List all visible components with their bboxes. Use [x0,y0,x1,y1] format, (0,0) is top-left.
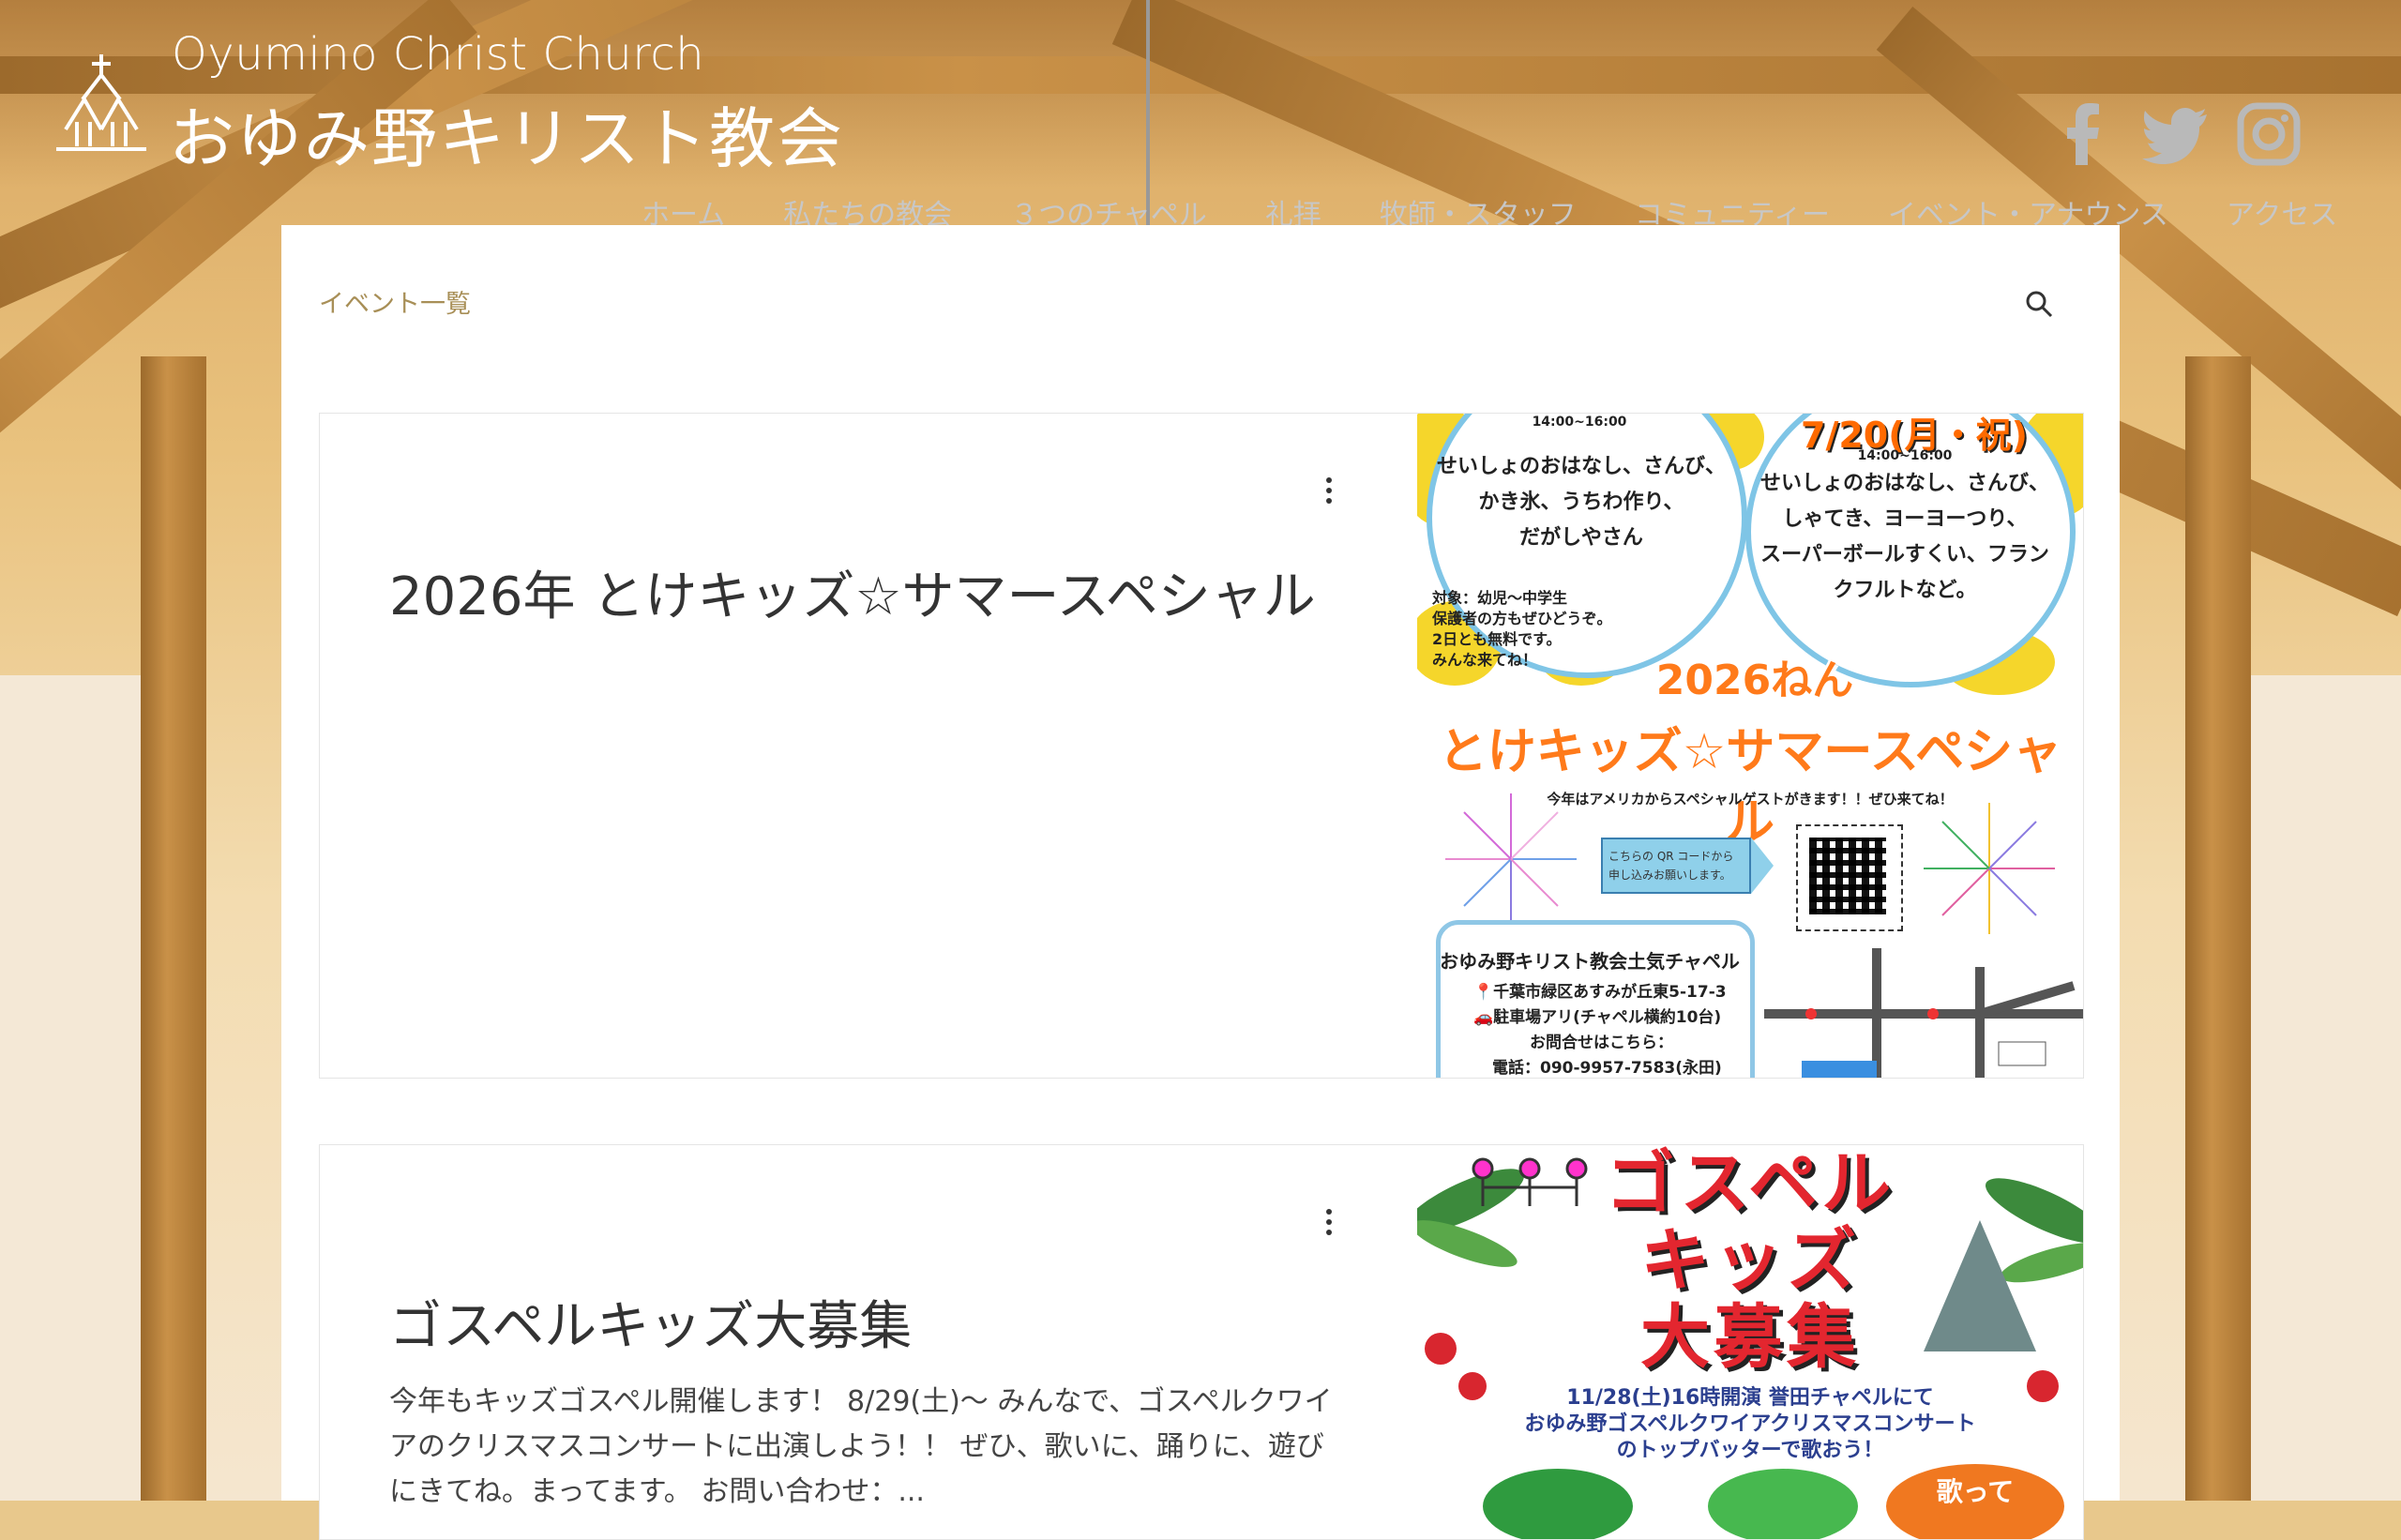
flyer-venue: おゆみ野キリスト教会土気チャペル [1440,950,1740,973]
flyer-time-1: 14:00~16:00 [1532,415,1627,430]
flyer-contact: お問合せはこちら： [1530,1034,1673,1052]
search-icon[interactable] [2024,289,2054,319]
post-title[interactable]: 2026年 とけキッズ☆サマースペシャル [389,554,1316,630]
flyer-time-2: 14:00~16:00 [1857,448,1953,463]
flyer-note: 対象：幼児〜中学生 [1432,589,1568,607]
flyer-badge: 歌って [1886,1464,2064,1539]
event-post[interactable]: ゴスペルキッズ大募集 今年もキッズゴスペル開催します！ 8/29(土)〜 みんな… [319,1144,2084,1540]
flyer-text: だがしやさん [1519,526,1643,550]
flyer-title-line: キッズ [1640,1220,1860,1301]
flyer-parking: 🚗駐車場アリ(チャペル横約10台) [1473,1008,1722,1027]
flyer-title-line: ゴスペル [1605,1145,1895,1224]
qr-code [1809,838,1886,914]
firework-icon [1924,803,2055,934]
nav-item-access[interactable]: アクセス [2227,191,2338,233]
flyer-title-line: 大募集 [1640,1297,1860,1378]
flyer-note: みんな来てね！ [1432,651,1538,669]
post-excerpt: 今年もキッズゴスペル開催します！ 8/29(土)〜 みんなで、ゴスペルクワイアの… [389,1385,1333,1508]
brand-japanese-name[interactable]: おゆみ野キリスト教会 [169,86,844,181]
brand-english-name[interactable]: Oyumino Christ Church [172,28,704,81]
flyer-text: せいしょのおはなし、さんび、 [1759,472,2049,495]
flyer-subtitle: 11/28(土)16時開演 誉田チャペルにて [1566,1386,1934,1410]
instagram-icon[interactable] [2236,101,2302,167]
church-logo-icon[interactable] [56,54,146,154]
flyer-note: 2日とも無料です。 [1432,630,1562,648]
facebook-icon[interactable] [2050,101,2116,167]
post-cover-image[interactable]: ゴスペル キッズ 大募集 11/28(土)16時開演 誉田チャペルにて おゆみ野… [1417,1145,2083,1539]
more-options-icon[interactable] [1323,477,1335,515]
flyer-subtitle: のトップバッターで歌おう！ [1616,1439,1884,1462]
flyer-address: 📍千葉市緑区あすみが丘東5-17-3 [1473,983,1727,1002]
flyer-year: 2026ねん [1655,657,1854,704]
flyer-text: せいしょのおはなし、さんび、 [1436,455,1726,478]
firework-icon [1445,793,1577,925]
flyer-text: かき氷、うちわ作り、 [1478,491,1684,514]
post-cover-image[interactable]: 14:00~16:00 せいしょのおはなし、さんび、 かき氷、うちわ作り、 だが… [1417,414,2083,1078]
twitter-icon[interactable] [2142,101,2208,167]
flyer-qr-note: 申し込みお願いします。 [1608,868,1731,882]
flyer-text: しゃてき、ヨーヨーつり、 [1782,507,2028,531]
flyer-qr-note: こちらの QR コードから [1608,850,1734,863]
flyer-note: 保護者の方もぜひどうぞ。 [1432,610,1612,627]
event-post[interactable]: 2026年 とけキッズ☆サマースペシャル 14:00~16:00 せいしょのおは… [319,413,2084,1079]
post-title[interactable]: ゴスペルキッズ大募集 [389,1284,912,1360]
flyer-subtitle: おゆみ野ゴスペルクワイアクリスマスコンサート [1524,1412,1976,1436]
breadcrumb-events-list[interactable]: イベント一覧 [319,283,471,320]
content-card: イベント一覧 2026年 とけキッズ☆サマースペシャル 14:00~16:00 [281,225,2120,1540]
flyer-map [1764,948,2083,1078]
more-options-icon[interactable] [1323,1209,1335,1246]
flyer-phone: 電話：090-9957-7583(永田) [1492,1059,1722,1078]
flyer-text: スーパーボールすくい、フラン [1760,543,2049,566]
flyer-text: クフルトなど。 [1833,579,1977,602]
